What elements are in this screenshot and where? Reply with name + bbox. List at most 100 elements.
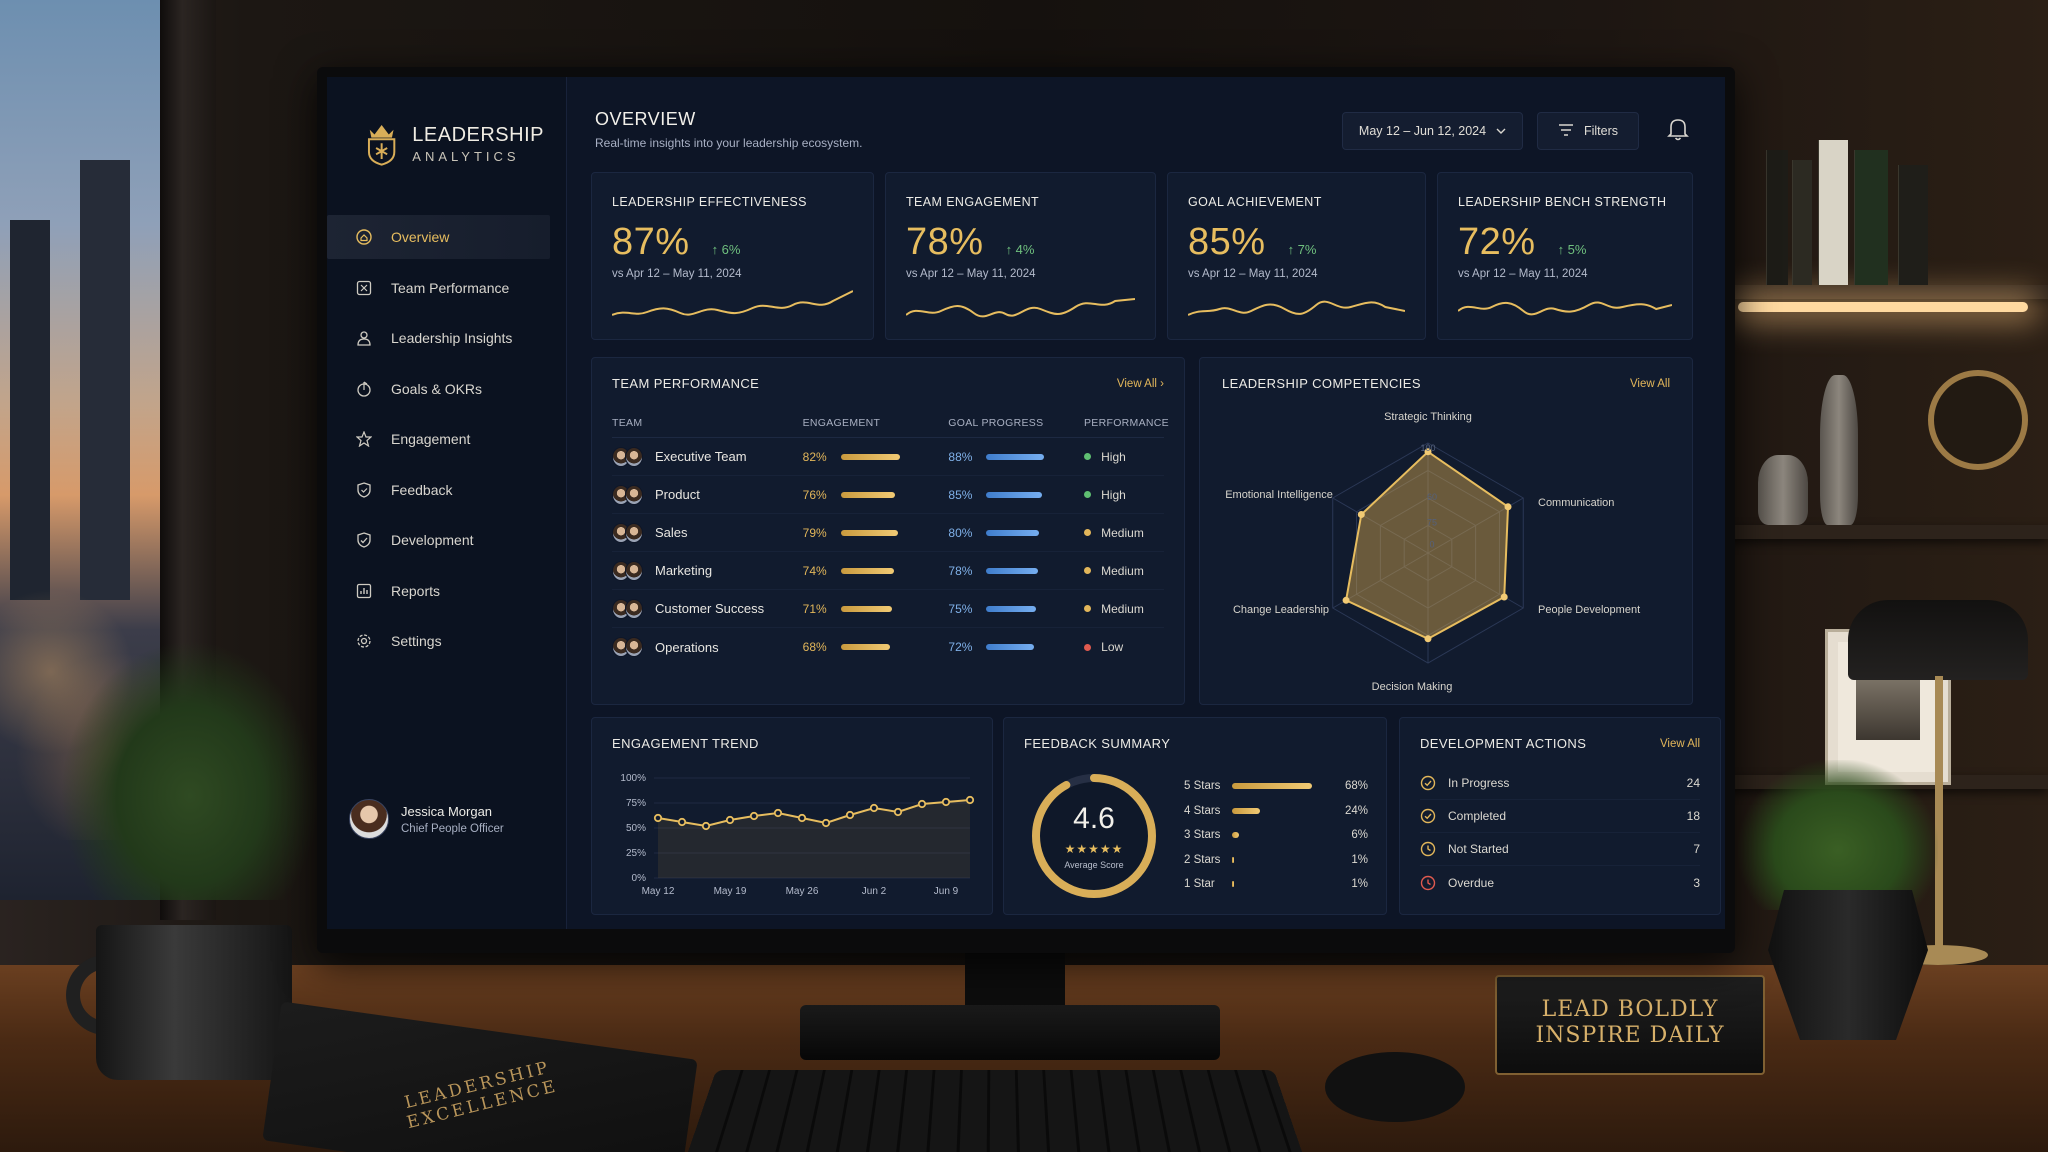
development-label: In Progress [1448, 776, 1510, 790]
trend-point [653, 813, 663, 823]
kpi-card-leadership-effectiveness[interactable]: LEADERSHIP EFFECTIVENESS 87% ↑ 6% vs Apr… [591, 172, 874, 340]
kpi-value: 72% [1458, 221, 1536, 263]
team-performance-icon [355, 279, 373, 297]
engagement-bar [840, 529, 898, 536]
table-header: TEAM ENGAGEMENT GOAL PROGRESS PERFORMANC… [612, 417, 1169, 438]
radar-axis-label: People Development [1538, 604, 1641, 616]
sidebar-item-reports[interactable]: Reports [327, 569, 566, 613]
page-header: OVERVIEW Real-time insights into your le… [595, 109, 862, 150]
sidebar-item-development[interactable]: Development [327, 518, 566, 562]
x-tick-label: May 12 [642, 886, 675, 897]
y-tick-label: 25% [626, 848, 646, 859]
sidebar-item-engagement[interactable]: Engagement [327, 417, 566, 461]
rating-distribution: 5 Stars 68% 4 Stars 24% 3 Stars 6% 2 Stars 1% 1 … [1184, 774, 1368, 897]
date-range-picker[interactable]: May 12 – Jun 12, 2024 [1342, 112, 1523, 150]
view-all-link[interactable]: View All [1630, 378, 1670, 390]
average-score-label: Average Score [1064, 860, 1124, 870]
team-cell: Sales [612, 522, 803, 543]
trend-point [797, 813, 807, 823]
sidebar-item-leadership-insights[interactable]: Leadership Insights [327, 316, 566, 360]
trend-point [821, 818, 831, 828]
bell-icon[interactable] [1667, 117, 1693, 145]
dashboard-screen: LEADERSHIP ANALYTICS Overview Team Perfo… [327, 77, 1725, 929]
desk-plaque: LEAD BOLDLY INSPIRE DAILY [1495, 975, 1765, 1075]
development-item[interactable]: Not Started 7 [1420, 833, 1700, 866]
user-name: Jessica Morgan [401, 803, 493, 819]
check-circle-icon [1420, 808, 1436, 824]
team-cell: Customer Success [612, 598, 803, 619]
sidebar-item-goals[interactable]: Goals & OKRs [327, 367, 566, 411]
filters-button[interactable]: Filters [1537, 112, 1639, 150]
kpi-card-bench-strength[interactable]: LEADERSHIP BENCH STRENGTH 72% ↑ 5% vs Ap… [1437, 172, 1693, 340]
goal-progress-bar [986, 605, 1036, 612]
view-all-link[interactable]: View All › [1117, 378, 1164, 390]
clock-icon [1420, 875, 1436, 890]
kpi-card-goal-achievement[interactable]: GOAL ACHIEVEMENT 85% ↑ 7% vs Apr 12 – Ma… [1167, 172, 1426, 340]
development-count: 18 [1686, 809, 1700, 823]
development-item[interactable]: Completed 18 [1420, 800, 1700, 833]
kpi-compare: vs Apr 12 – May 11, 2024 [1458, 268, 1588, 280]
team-cell: Executive Team [612, 446, 803, 467]
brand-logo[interactable]: LEADERSHIP ANALYTICS [327, 77, 566, 187]
engagement-bar [840, 605, 892, 612]
sidebar-item-settings[interactable]: Settings [327, 619, 566, 663]
team-cell: Operations [612, 637, 803, 657]
table-row[interactable]: Executive Team 82% 88% High [612, 438, 1164, 476]
table-row[interactable]: Product 76% 85% High [612, 476, 1164, 514]
engagement-cell: 71% [803, 602, 949, 616]
table-row[interactable]: Operations 68% 72% Low [612, 628, 1164, 666]
trend-point [677, 817, 687, 827]
star-icon [355, 430, 373, 448]
team-avatars [612, 522, 643, 543]
keyboard[interactable] [681, 1069, 1309, 1152]
trend-point [725, 815, 735, 825]
kpi-value: 78% [906, 221, 984, 263]
sidebar-item-team-performance[interactable]: Team Performance [327, 266, 566, 310]
view-all-link[interactable]: View All [1660, 738, 1700, 750]
development-label: Not Started [1448, 842, 1509, 856]
sidebar-item-feedback[interactable]: Feedback [327, 468, 566, 512]
rating-bar-fill [1232, 856, 1235, 863]
rating-percent: 24% [1344, 804, 1368, 817]
kpi-delta: ↑ 4% [1005, 242, 1035, 257]
rating-bar-fill [1232, 807, 1261, 814]
development-item[interactable]: Overdue 3 [1420, 866, 1700, 899]
kpi-card-team-engagement[interactable]: TEAM ENGAGEMENT 78% ↑ 4% vs Apr 12 – May… [885, 172, 1156, 340]
engagement-cell: 82% [803, 450, 949, 464]
radar-point [1342, 596, 1350, 604]
table-row[interactable]: Marketing 74% 78% Medium [612, 552, 1164, 590]
view-all-label: View All [1116, 377, 1157, 390]
sidebar-item-label: Team Performance [391, 279, 510, 296]
kpi-compare: vs Apr 12 – May 11, 2024 [1188, 268, 1318, 280]
team-name: Marketing [655, 563, 713, 578]
kpi-title: TEAM ENGAGEMENT [906, 195, 1040, 209]
rating-bar-fill [1232, 783, 1312, 790]
avatar [625, 598, 643, 619]
team-name: Product [655, 487, 700, 502]
goal-value: 78% [948, 563, 973, 578]
feedback-icon [355, 481, 373, 499]
trend-point [701, 821, 711, 831]
table-row[interactable]: Customer Success 71% 75% Medium [612, 590, 1164, 628]
user-role: Chief People Officer [401, 822, 504, 835]
user-profile[interactable]: Jessica Morgan Chief People Officer [349, 799, 504, 839]
card-title: DEVELOPMENT ACTIONS [1420, 736, 1587, 751]
score-ring: 4.6 ★★★★★ Average Score [1028, 770, 1160, 902]
rating-row: 3 Stars 6% [1184, 823, 1368, 848]
engagement-cell: 79% [803, 526, 949, 540]
card-title: TEAM PERFORMANCE [612, 376, 760, 391]
trend-area [658, 800, 970, 878]
goal-progress-cell: 80% [948, 526, 1084, 540]
computer-mouse[interactable] [1325, 1052, 1465, 1122]
kpi-title: LEADERSHIP BENCH STRENGTH [1458, 195, 1667, 209]
goal-progress-cell: 75% [948, 602, 1084, 616]
development-item[interactable]: In Progress 24 [1420, 767, 1700, 800]
skyscraper [80, 160, 130, 600]
card-title: FEEDBACK SUMMARY [1024, 736, 1171, 751]
radar-tick-label: 75 [1427, 518, 1437, 528]
team-avatars [612, 560, 643, 581]
table-row[interactable]: Sales 79% 80% Medium [612, 514, 1164, 552]
sidebar-item-overview[interactable]: Overview [327, 215, 550, 259]
radar-point [1424, 635, 1432, 643]
sidebar-item-label: Feedback [391, 481, 453, 498]
